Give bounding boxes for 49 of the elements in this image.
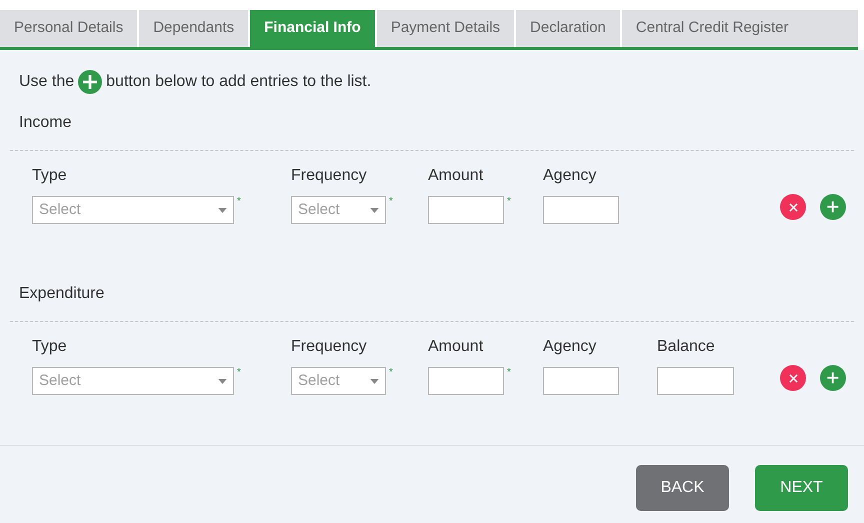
input-field[interactable] (543, 196, 619, 224)
select-field[interactable]: Select (291, 367, 386, 395)
instruction-text: button below to add entries to the list. (106, 72, 372, 92)
input-field[interactable] (543, 367, 619, 395)
field-label: Agency (543, 166, 598, 186)
field-label: Type (32, 166, 68, 186)
required-mark: * (389, 196, 393, 208)
tab[interactable]: Financial Info (250, 10, 375, 47)
caret-icon (218, 208, 227, 212)
tab[interactable]: Personal Details (0, 10, 138, 47)
field-label: Agency (543, 337, 598, 357)
select-field[interactable]: Select (291, 196, 386, 224)
field-label: Balance (657, 337, 716, 357)
caret-icon (370, 378, 379, 384)
close-icon (788, 374, 798, 382)
caret-icon (218, 378, 227, 384)
remove-button[interactable] (780, 194, 806, 220)
required-mark: * (237, 367, 241, 379)
instruction-text: Use the (19, 72, 74, 92)
field-label: Amount (428, 166, 484, 186)
required-mark: * (507, 367, 511, 379)
tab[interactable]: Dependants (139, 10, 248, 47)
caret-icon (370, 208, 379, 212)
input-field[interactable] (428, 367, 504, 395)
plus-icon (825, 199, 841, 215)
required-mark: * (389, 367, 393, 379)
section-title: Income (18, 113, 72, 133)
plus-icon (825, 370, 841, 386)
next-button[interactable]: NEXT (755, 465, 848, 511)
select-field[interactable]: Select (32, 196, 234, 224)
required-mark: * (237, 196, 241, 208)
field-label: Frequency (291, 337, 368, 357)
back-button[interactable]: BACK (636, 465, 729, 511)
tab[interactable]: Central Credit Register (622, 10, 858, 47)
add-button[interactable] (820, 365, 846, 391)
close-icon (788, 202, 798, 212)
field-label: Frequency (291, 166, 368, 186)
plus-icon (78, 70, 102, 94)
required-mark: * (507, 196, 511, 208)
tab[interactable]: Declaration (516, 10, 620, 47)
remove-button[interactable] (780, 365, 806, 391)
input-field[interactable] (657, 367, 734, 395)
field-label: Type (32, 337, 68, 357)
tab[interactable]: Payment Details (376, 10, 514, 47)
section-title: Expenditure (18, 284, 106, 304)
add-button[interactable] (820, 194, 846, 220)
field-label: Amount (428, 337, 484, 357)
input-field[interactable] (428, 196, 504, 224)
select-field[interactable]: Select (32, 367, 234, 395)
